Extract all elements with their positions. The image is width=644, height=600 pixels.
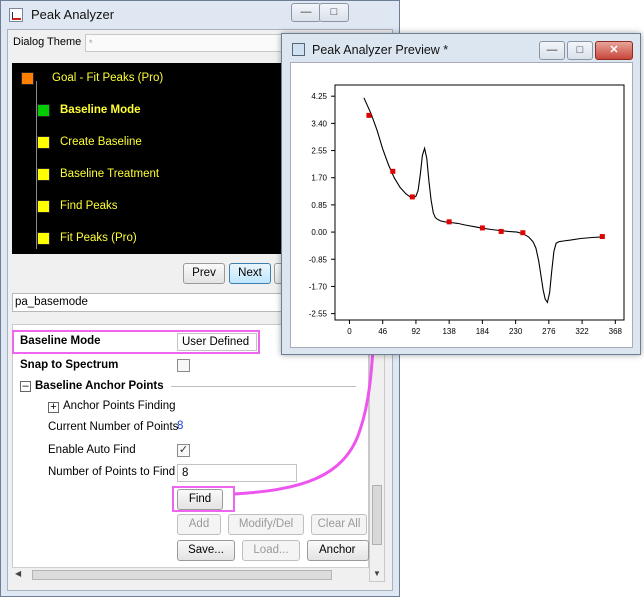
y-tick-label: 4.25 bbox=[311, 92, 327, 101]
y-tick-label: 1.70 bbox=[311, 174, 327, 183]
y-tick-label: -1.70 bbox=[309, 282, 328, 291]
preview-maximize-icon[interactable]: □ bbox=[567, 41, 593, 60]
anchor-point bbox=[390, 168, 396, 174]
spectrum-line bbox=[363, 97, 603, 304]
x-tick-label: 230 bbox=[509, 327, 523, 336]
preview-graph: 0 46 92 138 184 230 276 322 368 4.25 3.40 2.55 1.70 0… bbox=[290, 62, 633, 348]
preview-title: Peak Analyzer Preview * bbox=[312, 43, 449, 57]
x-tick-label: 138 bbox=[442, 327, 456, 336]
y-tick-label: 3.40 bbox=[311, 119, 327, 128]
preview-window: Peak Analyzer Preview * — □ ✕ 0 46 92 138 18… bbox=[281, 33, 641, 355]
preview-icon bbox=[292, 43, 305, 56]
anchor-point bbox=[498, 228, 504, 234]
preview-close-icon[interactable]: ✕ bbox=[595, 41, 633, 60]
x-tick-label: 368 bbox=[609, 327, 623, 336]
anchor-point bbox=[479, 225, 485, 231]
x-tick-label: 276 bbox=[542, 327, 556, 336]
x-tick-label: 46 bbox=[378, 327, 387, 336]
x-tick-label: 184 bbox=[476, 327, 490, 336]
x-tick-label: 0 bbox=[347, 327, 352, 336]
anchor-point bbox=[446, 219, 452, 225]
anchor-point bbox=[366, 112, 372, 118]
y-tick-label: -2.55 bbox=[309, 310, 328, 319]
y-tick-label: 0.00 bbox=[311, 228, 327, 237]
y-tick-label: -0.85 bbox=[309, 255, 328, 264]
x-tick-label: 92 bbox=[411, 327, 420, 336]
anchor-point bbox=[520, 230, 526, 236]
peak-chart: 0 46 92 138 184 230 276 322 368 4.25 3.40 2.55 1.70 0… bbox=[309, 84, 625, 336]
x-tick-label: 322 bbox=[575, 327, 589, 336]
anchor-point bbox=[599, 234, 605, 240]
anchor-point bbox=[409, 194, 415, 200]
y-tick-label: 2.55 bbox=[311, 147, 327, 156]
y-tick-label: 0.85 bbox=[311, 201, 327, 210]
preview-minimize-icon[interactable]: — bbox=[539, 41, 565, 60]
plot-frame bbox=[334, 84, 625, 321]
